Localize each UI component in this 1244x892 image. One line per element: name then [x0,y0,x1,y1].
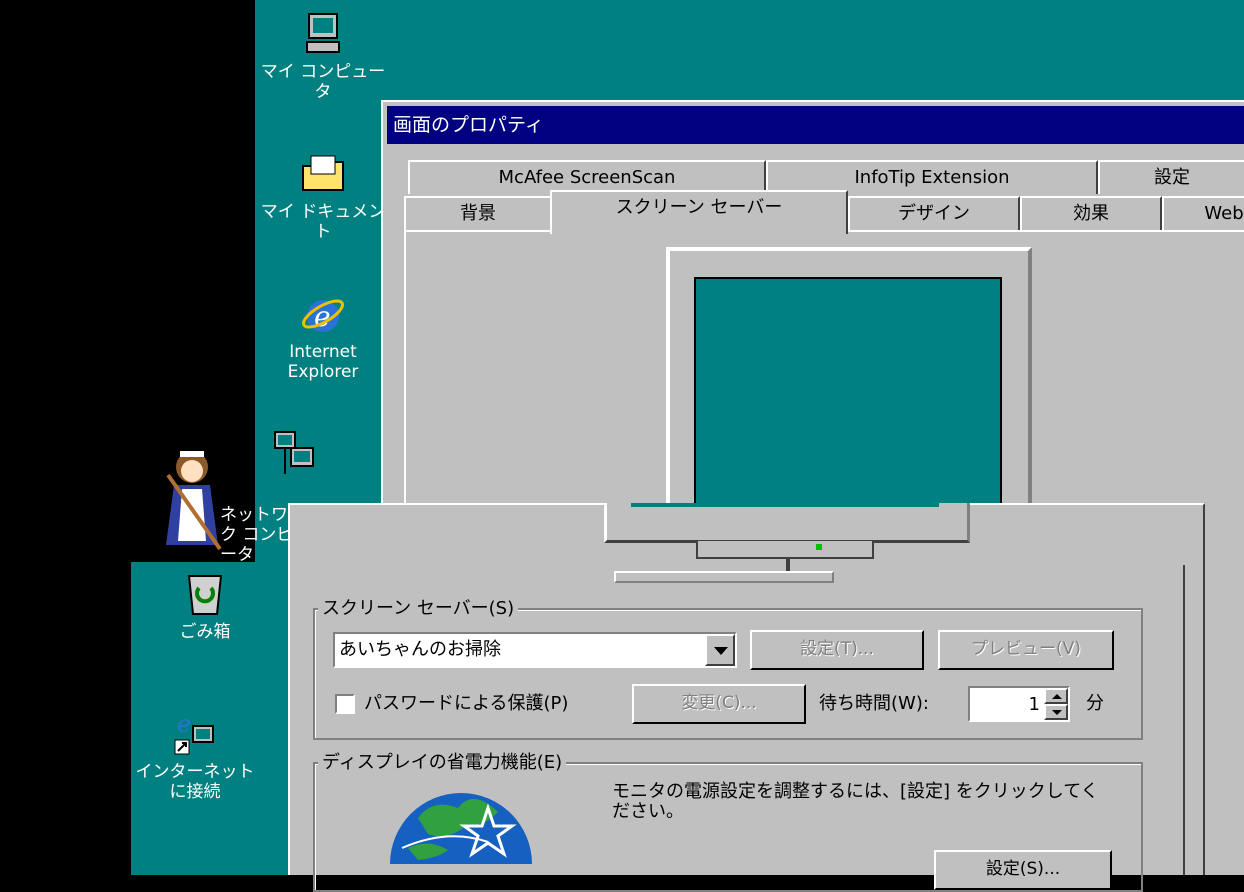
power-group-label: ディスプレイの省電力機能(E) [318,752,567,774]
password-change-button[interactable]: 変更(C)... [632,684,806,724]
power-description: モニタの電源設定を調整するには、[設定] をクリックしてください。 [612,781,1099,822]
computer-icon [306,13,340,53]
desktop-icon-label: マイ コンピュータ [260,62,386,102]
maid-character-icon [166,451,222,551]
tab-label: スクリーン セーバー [615,197,783,218]
wait-time-unit: 分 [1086,693,1104,714]
monitor-screen [694,277,1002,507]
screensaver-settings-button[interactable]: 設定(T)... [750,630,924,670]
spinner-down-button[interactable] [1044,704,1068,720]
tab-label: Web [1204,203,1244,224]
wait-time-input[interactable]: 1 [968,686,1070,722]
monitor-preview [666,247,1032,509]
wait-time-value: 1 [1028,694,1040,715]
window-title-bar[interactable]: 画面のプロパティ [387,106,1244,144]
energy-star-logo [388,778,534,866]
tab-label: McAfee ScreenScan [498,167,676,188]
connect-internet-icon: e [174,710,214,755]
folder-icon [302,155,344,191]
password-checkbox[interactable] [335,694,355,714]
arrow-down-icon [1052,710,1062,715]
tab-label: デザイン [898,203,970,224]
tab-label: 設定 [1154,167,1190,188]
network-computers-icon [274,431,314,474]
desktop-icon-my-computer[interactable]: マイ コンピュータ [258,10,388,102]
monitor-foot [614,571,834,583]
spinner-up-button[interactable] [1044,688,1068,704]
desktop-icon-label: Internet Explorer [287,342,359,382]
energy-star-icon [390,793,532,864]
tab-design[interactable]: デザイン [848,196,1020,230]
screensaver-select[interactable]: あいちゃんのお掃除 [333,632,737,668]
desktop-icon-internet-explorer[interactable]: e Internet Explorer [258,290,388,382]
tab-web[interactable]: Web [1162,196,1244,230]
arrow-up-icon [1052,694,1062,699]
tab-label: 効果 [1073,203,1109,224]
tab-infotip-extension[interactable]: InfoTip Extension [766,160,1098,194]
tab-effects[interactable]: 効果 [1020,196,1162,230]
power-settings-button[interactable]: 設定(S)... [934,850,1112,890]
desktop-icon-label: マイ ドキュメント [260,202,386,242]
tab-mcafee-screenscan[interactable]: McAfee ScreenScan [408,160,766,194]
wait-time-spinner[interactable] [1044,688,1068,720]
monitor-base [696,541,874,559]
recycle-bin-icon [187,575,223,615]
internet-explorer-icon: e [302,299,344,333]
svg-text:e: e [177,710,191,738]
desktop-icon-connect-internet[interactable]: e インターネット に接続 [130,710,260,802]
screensaver-group-label: スクリーン セーバー(S) [318,598,519,620]
tab-label: 背景 [460,203,496,224]
desktop-icon-label: ごみ箱 [179,622,231,642]
tab-label: InfoTip Extension [854,167,1010,188]
desktop-icon-my-documents[interactable]: マイ ドキュメント [258,150,388,242]
tab-background[interactable]: 背景 [404,196,552,230]
desktop-icon-network[interactable] [258,430,328,482]
screensaver-select-value: あいちゃんのお掃除 [339,639,501,660]
power-led [816,544,822,550]
tab-settings[interactable]: 設定 [1098,160,1244,194]
desktop-icon-label: インターネット に接続 [135,762,255,802]
wait-time-label: 待ち時間(W): [819,693,929,714]
chevron-down-icon [714,647,728,655]
screensaver-preview-button[interactable]: プレビュー(V) [938,630,1114,670]
dropdown-button[interactable] [705,634,735,666]
window-title: 画面のプロパティ [393,114,544,136]
desktop-icon-recycle-bin[interactable]: ごみ箱 [140,570,270,642]
tab-screen-saver[interactable]: スクリーン セーバー [550,190,848,234]
maid-character-mascot[interactable] [160,445,230,555]
panel-divider-right [1183,565,1185,875]
monitor-neck [786,559,790,571]
monitor-stand [604,503,970,543]
password-label[interactable]: パスワードによる保護(P) [364,693,568,715]
